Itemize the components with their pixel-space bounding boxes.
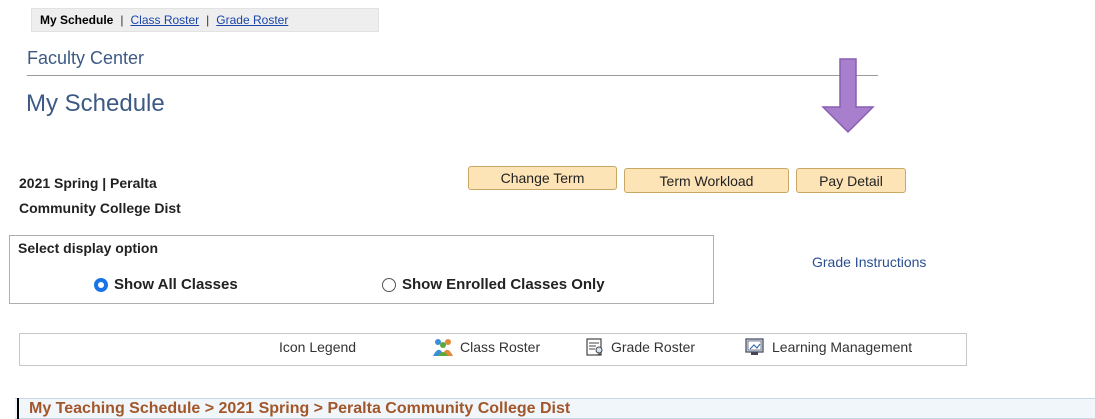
grade-instructions-link[interactable]: Grade Instructions [812, 254, 926, 270]
nav-separator: | [120, 13, 124, 27]
display-option-label: Select display option [18, 240, 159, 256]
term-info: 2021 Spring | Peralta Community College … [19, 171, 279, 221]
learning-management-icon [745, 338, 764, 355]
legend-grade-roster: Grade Roster [585, 337, 695, 357]
legend-class-roster: Class Roster [432, 337, 540, 357]
class-roster-icon [433, 339, 453, 356]
show-all-classes-radio[interactable]: Show All Classes [94, 276, 238, 293]
nav-my-schedule: My Schedule [40, 13, 114, 27]
radio-checked-icon[interactable] [94, 277, 108, 292]
term-workload-button[interactable]: Term Workload [624, 168, 789, 193]
term-line-2: Community College Dist [19, 200, 181, 216]
radio-unchecked-icon[interactable] [382, 277, 396, 292]
pay-detail-button[interactable]: Pay Detail [796, 168, 906, 193]
nav-grade-roster-link[interactable]: Grade Roster [216, 13, 288, 27]
section-edge-marker [17, 398, 19, 419]
nav-class-roster-link[interactable]: Class Roster [130, 13, 199, 27]
grade-roster-icon [586, 338, 603, 356]
show-enrolled-classes-radio[interactable]: Show Enrolled Classes Only [382, 276, 605, 293]
legend-class-roster-label: Class Roster [460, 339, 541, 355]
top-navigation: My Schedule | Class Roster | Grade Roste… [31, 8, 379, 32]
change-term-button[interactable]: Change Term [468, 166, 617, 190]
legend-learning-management-label: Learning Management [772, 339, 913, 355]
teaching-schedule-title: My Teaching Schedule > 2021 Spring > Per… [29, 400, 571, 417]
down-arrow-icon [821, 58, 875, 134]
show-enrolled-classes-label: Show Enrolled Classes Only [402, 276, 605, 293]
legend-learning-management: Learning Management [744, 337, 912, 357]
page-title: My Schedule [26, 90, 165, 117]
header-divider [27, 75, 878, 76]
nav-separator: | [206, 13, 210, 27]
term-line-1: 2021 Spring | Peralta [19, 175, 157, 191]
icon-legend-title: Icon Legend [279, 339, 357, 355]
faculty-center-heading: Faculty Center [27, 48, 145, 68]
legend-grade-roster-label: Grade Roster [611, 339, 696, 355]
show-all-classes-label: Show All Classes [114, 276, 238, 293]
